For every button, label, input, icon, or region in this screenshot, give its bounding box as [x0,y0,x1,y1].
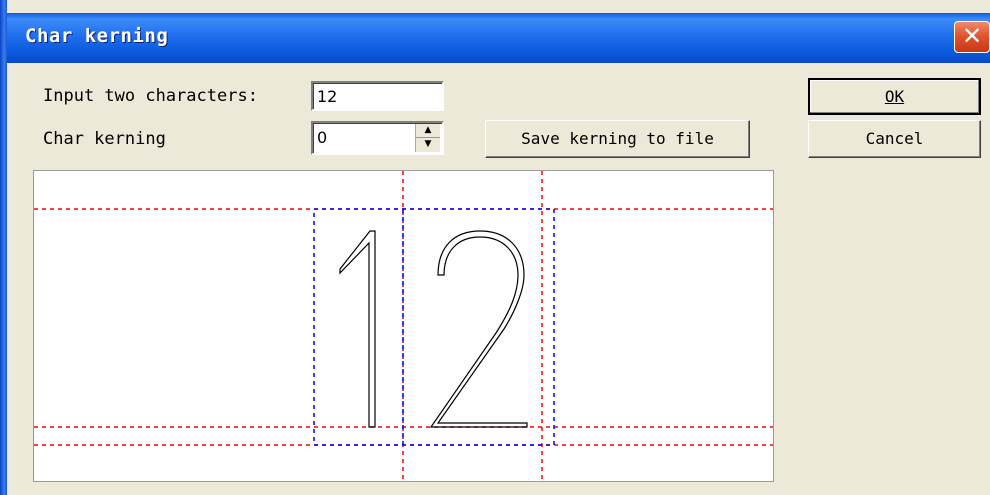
glyph-one [339,230,376,428]
ok-button[interactable]: OK [808,78,981,115]
title-bar[interactable]: Char kerning ✕ [0,13,990,63]
kerning-spinbox[interactable]: 0 ▲ ▼ [311,121,444,155]
spin-up-icon[interactable]: ▲ [416,124,440,138]
char-kerning-label: Char kerning [43,129,166,149]
window-left-border [0,0,7,495]
preview-drawing [34,171,773,481]
glyph-bounding-box [313,208,555,446]
dialog-title: Char kerning [25,25,169,47]
save-kerning-button[interactable]: Save kerning to file [485,120,750,158]
glyph-two [429,230,528,428]
kerning-value: 0 [317,128,328,147]
close-icon: ✕ [961,22,983,50]
glyph-outlines [339,230,528,428]
cancel-label: Cancel [865,129,924,148]
input-characters-label: Input two characters: [43,86,258,106]
cancel-button[interactable]: Cancel [808,120,981,158]
ok-label: OK [884,87,905,106]
char-kerning-dialog: Char kerning ✕ Input two characters: Cha… [0,0,990,495]
kerning-spinner[interactable]: ▲ ▼ [415,124,440,152]
input-characters-field[interactable] [311,81,444,111]
spin-down-icon[interactable]: ▼ [416,138,440,151]
close-button[interactable]: ✕ [954,21,990,53]
kerning-preview-canvas [33,170,774,482]
